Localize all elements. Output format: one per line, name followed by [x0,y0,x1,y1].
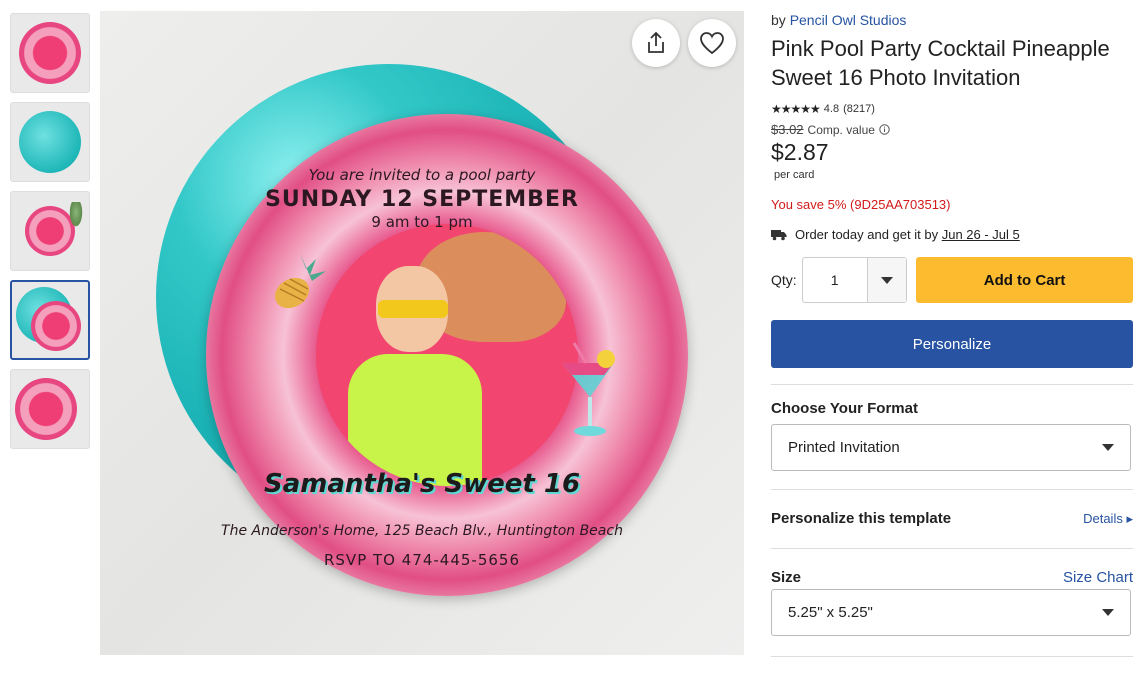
quantity-dropdown[interactable] [867,258,907,302]
thumbnail-5[interactable] [10,369,90,449]
thumbnail-image [15,378,78,440]
thumbnail-1[interactable] [10,13,90,93]
card-time-line: 9 am to 1 pm [371,213,473,231]
rating-row[interactable]: ★★★★★ 4.8 (8217) [771,102,1133,116]
cocktail-icon [562,342,615,436]
star-rating-icon: ★★★★★ [771,102,821,116]
thumbnail-image [19,111,81,173]
review-count: (8217) [843,103,875,115]
qty-label: Qty: [771,272,797,288]
thumbnail-image [19,22,81,84]
buy-row: Qty: 1 Add to Cart [771,257,1133,303]
shipping-text: Order today and get it by [795,227,939,242]
caret-down-icon [1102,609,1114,616]
card-address-line: The Anderson's Home, 125 Beach Blv., Hun… [221,523,623,539]
quantity-input[interactable]: 1 [803,258,868,302]
truck-icon [771,229,787,240]
seller-link[interactable]: Pencil Owl Studios [790,12,907,28]
format-select[interactable]: Printed Invitation [771,424,1131,471]
details-link-label: Details [1083,510,1123,526]
comp-label: Comp. value [807,122,875,137]
comp-value-row: $3.02 Comp. value [771,122,1133,137]
shipping-dates-link[interactable]: Jun 26 - Jul 5 [942,227,1020,242]
chevron-right-icon: ▸ [1126,510,1133,526]
personalize-template-label: Personalize this template [771,510,952,527]
pineapple-icon [274,253,326,309]
girl-body [348,354,482,486]
main-product-image[interactable]: You are invited to a pool party SUNDAY 1… [100,11,744,655]
savings-text: You save 5% (9D25AA703513) [771,197,951,212]
add-to-cart-button[interactable]: Add to Cart [916,257,1133,303]
price-unit: per card [774,169,815,181]
divider [771,384,1133,385]
format-selected: Printed Invitation [788,439,900,456]
thumbnail-image [25,206,75,256]
rating-value: 4.8 [823,103,840,115]
thumbnail-image [31,301,82,352]
favorite-button[interactable] [688,19,736,67]
quantity-selector[interactable]: 1 [801,257,908,303]
divider [771,489,1133,490]
personalize-template-row[interactable]: Personalize this template Details ▸ [771,510,1133,527]
caret-down-icon [880,276,893,284]
thumbnail-2[interactable] [10,102,90,182]
card-rsvp-line: RSVP TO 474-445-5656 [323,551,520,569]
comp-price: $3.02 [771,122,804,137]
share-button[interactable] [632,19,680,67]
byline: by Pencil Owl Studios [771,12,1133,28]
details-link[interactable]: Details ▸ [1083,511,1133,527]
photo-circle [316,224,578,486]
thumbnail-strip [10,13,90,458]
share-icon [648,31,664,53]
info-icon[interactable] [879,124,890,135]
price: $2.87 [771,139,829,165]
product-title: Pink Pool Party Cocktail Pineapple Sweet… [771,36,1110,90]
product-details-panel: by Pencil Owl Studios Pink Pool Party Co… [771,12,1133,657]
shipping-row: Order today and get it by Jun 26 - Jul 5 [771,227,1133,242]
plant-decoration [69,202,83,228]
card-invite-line: You are invited to a pool party [308,166,536,184]
size-header-row: Size Size Chart [771,569,1133,586]
caret-down-icon [1102,444,1114,451]
format-label: Choose Your Format [771,400,918,417]
thumbnail-3[interactable] [10,191,90,271]
heart-icon [700,32,724,55]
size-select[interactable]: 5.25" x 5.25" [771,589,1131,636]
divider [771,656,1133,657]
size-selected: 5.25" x 5.25" [788,604,873,621]
size-label: Size [771,569,802,586]
personalize-button[interactable]: Personalize [771,320,1133,368]
divider [771,548,1133,549]
thumbnail-4[interactable] [10,280,90,360]
byline-prefix: by [771,12,786,28]
sunglasses [378,300,448,318]
size-chart-link[interactable]: Size Chart [1063,569,1133,586]
card-name-line: Samantha's Sweet 16 [263,469,581,499]
